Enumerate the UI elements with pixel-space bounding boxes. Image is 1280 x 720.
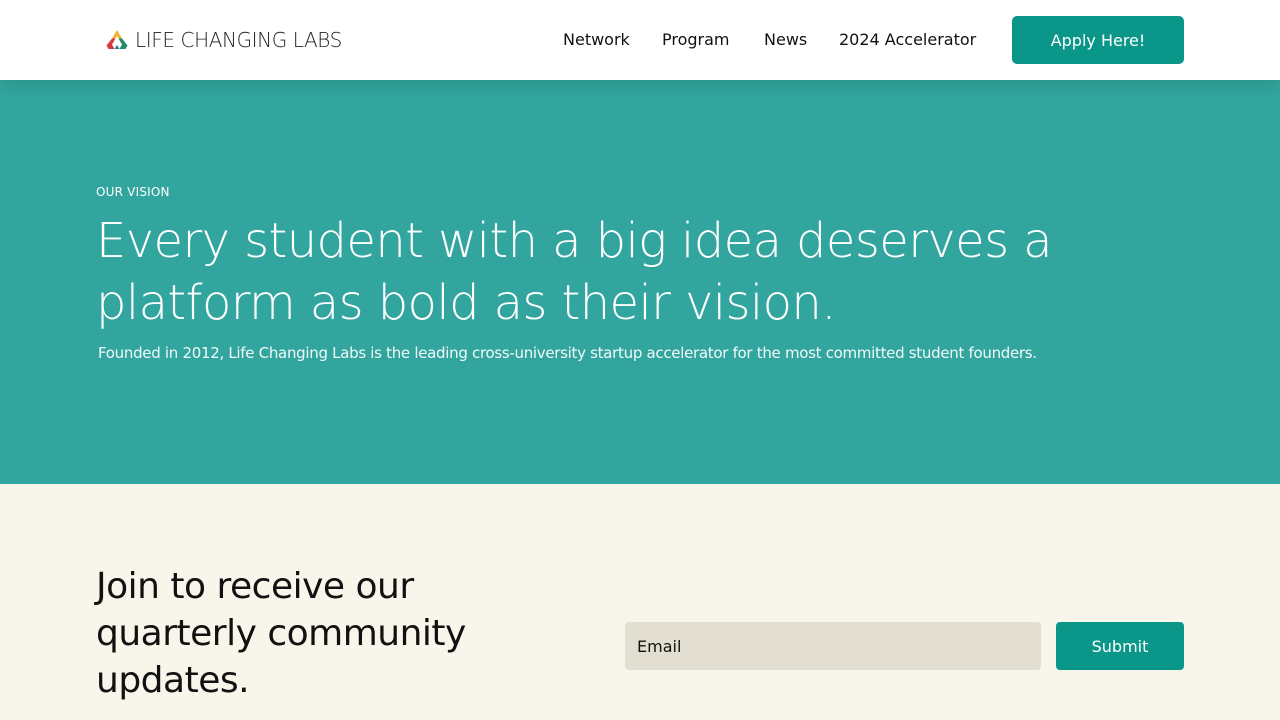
- email-input[interactable]: [625, 622, 1041, 670]
- nav-program[interactable]: Program: [662, 28, 730, 52]
- hero-subtext: Founded in 2012, Life Changing Labs is t…: [98, 344, 1037, 362]
- nav-2024-accelerator[interactable]: 2024 Accelerator: [839, 28, 976, 52]
- apply-button[interactable]: Apply Here!: [1012, 16, 1184, 64]
- hero-headline: Every student with a big idea deserves a…: [96, 213, 1053, 331]
- newsletter-heading: Join to receive our quarterly community …: [96, 566, 466, 701]
- logo-text: LIFE CHANGING LABS: [135, 28, 342, 52]
- submit-button[interactable]: Submit: [1056, 622, 1184, 670]
- hero-eyebrow: OUR VISION: [96, 185, 170, 199]
- site-header: LIFE CHANGING LABS Network Program News …: [0, 0, 1280, 80]
- nav-network[interactable]: Network: [563, 28, 630, 52]
- site-logo[interactable]: LIFE CHANGING LABS: [105, 28, 342, 52]
- recycle-triangle-icon: [106, 30, 128, 49]
- nav-news[interactable]: News: [764, 28, 807, 52]
- newsletter-section: Join to receive our quarterly community …: [0, 484, 1280, 720]
- hero-section: OUR VISION Every student with a big idea…: [0, 80, 1280, 484]
